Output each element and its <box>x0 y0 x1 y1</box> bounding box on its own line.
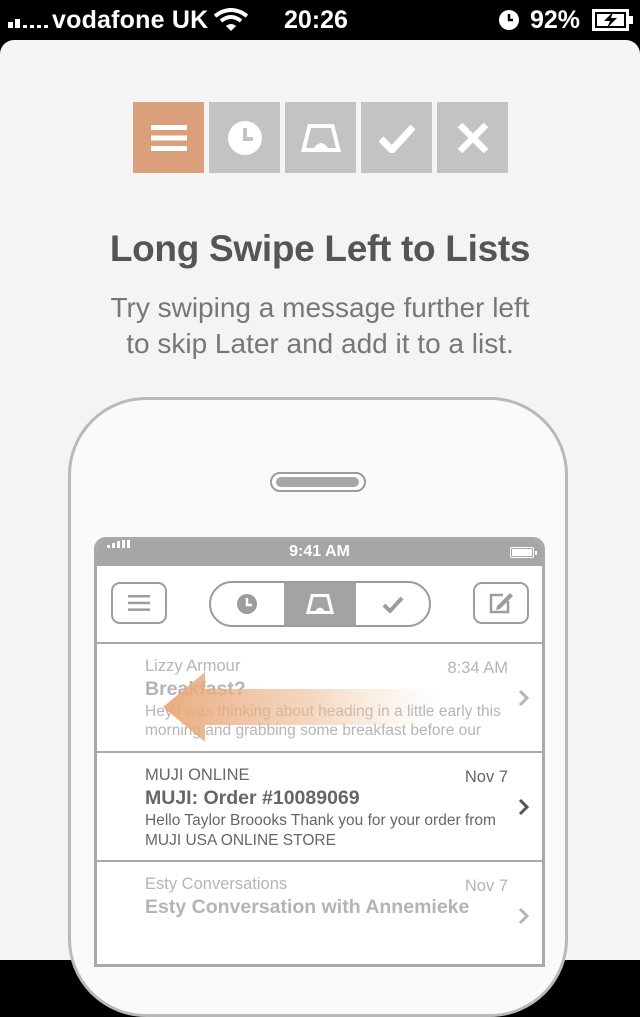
segment-inbox[interactable] <box>283 583 357 625</box>
action-later[interactable] <box>209 102 280 173</box>
carrier-name: vodafone UK <box>52 6 209 34</box>
status-time: 20:26 <box>284 6 348 34</box>
subtitle-line-2: to skip Later and add it to a list. <box>126 328 514 359</box>
mini-toolbar <box>97 566 542 644</box>
clock-icon <box>227 120 262 155</box>
menu-button[interactable] <box>111 582 167 624</box>
status-bar: vodafone UK 20:26 92% <box>0 0 640 40</box>
action-inbox[interactable] <box>285 102 356 173</box>
message-row-swiped[interactable]: MUJI ONLINE Nov 7 MUJI: Order #10089069 … <box>97 754 542 862</box>
wifi-icon <box>213 8 249 37</box>
chevron-right-icon <box>518 689 530 706</box>
message-preview: Hello Taylor Broooks Thank you for your … <box>145 812 496 849</box>
mini-battery-icon <box>510 547 537 558</box>
segment-done[interactable] <box>356 583 429 625</box>
mini-status-bar: 9:41 AM <box>97 540 542 566</box>
clock-icon <box>237 594 258 614</box>
battery-percent: 92% <box>530 6 581 34</box>
chevron-right-icon <box>518 798 530 816</box>
compose-icon <box>489 593 513 614</box>
message-date: Nov 7 <box>464 877 508 895</box>
message-date: 8:34 AM <box>447 658 508 677</box>
menu-icon <box>128 595 150 611</box>
list-icon <box>150 124 187 151</box>
battery-charging-icon <box>592 9 634 36</box>
tutorial-subtitle: Try swiping a message further left to sk… <box>0 290 640 362</box>
swipe-left-arrow-icon <box>163 672 441 742</box>
tutorial-title: Long Swipe Left to Lists <box>109 228 531 269</box>
message-row[interactable]: Esty Conversations Nov 7 Esty Conversati… <box>97 863 542 964</box>
checkmark-icon <box>382 596 404 613</box>
action-list[interactable] <box>133 102 204 173</box>
action-done[interactable] <box>361 102 432 173</box>
phone-screen: 9:41 AM Lizzy Armour 8:34 AM Hey early t… <box>94 537 545 967</box>
subtitle-line-1: Try swiping a message further left <box>110 292 530 323</box>
message-subject: MUJI: Order #10089069 <box>145 787 360 809</box>
segment-later[interactable] <box>211 583 284 625</box>
message-sender: MUJI ONLINE <box>145 766 250 784</box>
message-sender: Esty Conversations <box>145 875 288 893</box>
chevron-right-icon <box>518 907 530 925</box>
inbox-tray-icon <box>300 123 341 152</box>
message-date: Nov 7 <box>464 768 508 786</box>
mailbox-segmented-control <box>209 581 431 627</box>
alarm-clock-icon <box>498 9 520 36</box>
phone-speaker <box>270 472 366 492</box>
close-icon <box>457 122 488 153</box>
checkmark-icon <box>378 124 415 153</box>
mini-status-time: 9:41 AM <box>289 543 350 560</box>
message-subject: Esty Conversation with Annemieke <box>145 896 470 918</box>
action-delete[interactable] <box>437 102 508 173</box>
inbox-tray-icon <box>306 594 334 614</box>
compose-button[interactable] <box>473 582 529 624</box>
